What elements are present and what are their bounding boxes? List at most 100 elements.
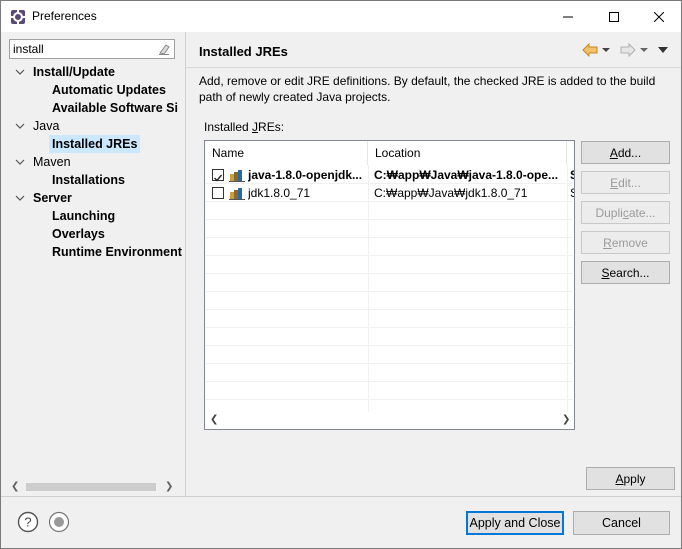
scroll-left-icon[interactable]: ❮ — [210, 414, 218, 425]
jre-library-icon — [229, 170, 245, 182]
chevron-down-icon[interactable] — [15, 67, 25, 77]
column-header-name[interactable]: Name — [205, 141, 368, 165]
cancel-button[interactable]: Cancel — [573, 511, 670, 535]
row-gridline — [206, 327, 573, 328]
row-gridline — [206, 363, 573, 364]
tree-item[interactable]: Maven — [1, 153, 185, 171]
tree-item[interactable]: Installations — [1, 171, 185, 189]
column-gridline — [368, 165, 369, 412]
table-horizontal-scrollbar[interactable]: ❮ ❯ — [206, 412, 573, 429]
tree-item[interactable]: Java — [1, 117, 185, 135]
window-title: Preferences — [32, 9, 97, 23]
maximize-icon — [609, 11, 619, 22]
add-button[interactable]: Add... — [581, 141, 670, 164]
chevron-down-icon — [640, 48, 648, 52]
tree-item[interactable]: Available Software Si — [1, 99, 185, 117]
view-menu-icon — [658, 47, 668, 53]
cell-type: S — [570, 166, 574, 184]
checkmark-icon — [214, 174, 223, 182]
row-gridline — [206, 291, 573, 292]
tree-item-label: Automatic Updates — [52, 83, 166, 97]
tree-item[interactable]: Launching — [1, 207, 185, 225]
tree-item-label: Server — [33, 191, 72, 205]
tree-item-label: Maven — [33, 155, 71, 169]
row-gridline — [206, 381, 573, 382]
column-header-type[interactable]: T — [567, 141, 574, 165]
jre-library-icon — [229, 188, 245, 200]
title-bar: Preferences — [1, 1, 681, 32]
page-title: Installed JREs — [199, 44, 288, 59]
scroll-right-icon[interactable]: ❯ — [165, 481, 173, 492]
maximize-button[interactable] — [591, 1, 637, 32]
eclipse-preferences-icon — [11, 10, 25, 24]
tree-item-label: Installations — [52, 173, 125, 187]
cell-location: C:₩app₩Java₩jdk1.8.0_71 — [374, 186, 528, 200]
row-gridline — [206, 345, 573, 346]
tree-horizontal-scrollbar[interactable]: ❮ ❯ — [1, 478, 185, 496]
edit-button[interactable]: Edit... — [581, 171, 670, 194]
table-row[interactable]: jdk1.8.0_71 C:₩app₩Java₩jdk1.8.0_71 S — [206, 184, 574, 202]
cell-name: jdk1.8.0_71 — [248, 186, 311, 200]
preferences-window: Preferences Install/Update Automatic Upda… — [0, 0, 682, 549]
back-arrow-icon — [582, 43, 598, 57]
row-checkbox[interactable] — [212, 187, 224, 199]
page-description: Add, remove or edit JRE definitions. By … — [199, 74, 656, 104]
help-icon[interactable]: ? — [17, 511, 39, 533]
cell-name: java-1.8.0-openjdk... — [248, 168, 363, 182]
minimize-button[interactable] — [545, 1, 591, 32]
tree-item[interactable]: Overlays — [1, 225, 185, 243]
tree-item-label: Runtime Environment — [52, 245, 182, 259]
scrollbar-thumb[interactable] — [26, 483, 156, 491]
jre-table[interactable]: Name Location T java-1.8.0-openjdk... C:₩… — [204, 140, 575, 430]
search-button[interactable]: Search... — [581, 261, 670, 284]
row-gridline — [206, 273, 573, 274]
tree-item-label: Install/Update — [33, 65, 115, 79]
row-gridline — [206, 237, 573, 238]
row-checkbox[interactable] — [212, 169, 224, 182]
chevron-down-icon[interactable] — [15, 121, 25, 131]
forward-button[interactable] — [620, 42, 649, 58]
cell-location: C:₩app₩Java₩java-1.8.0-ope... — [374, 168, 559, 182]
forward-arrow-icon — [620, 43, 636, 57]
scroll-left-icon[interactable]: ❮ — [11, 481, 19, 492]
eraser-icon[interactable] — [156, 41, 172, 57]
cell-type: S — [570, 184, 574, 202]
column-gridline — [567, 165, 568, 412]
tree-item-label: Java — [33, 119, 60, 133]
remove-button[interactable]: Remove — [581, 231, 670, 254]
duplicate-button[interactable]: Dupli c ate... — [581, 201, 670, 224]
row-gridline — [206, 309, 573, 310]
back-button[interactable] — [582, 42, 611, 58]
table-row[interactable]: java-1.8.0-openjdk... C:₩app₩Java₩java-1.… — [206, 166, 574, 184]
close-button[interactable] — [636, 1, 682, 32]
column-header-location[interactable]: Location — [368, 141, 567, 165]
minimize-icon — [563, 16, 573, 17]
tree-item-label: Launching — [52, 209, 116, 223]
page-header: Installed JREs — [186, 32, 681, 68]
row-gridline — [206, 399, 573, 400]
tree-item[interactable]: Server — [1, 189, 185, 207]
tree-item[interactable]: Runtime Environment — [1, 243, 185, 261]
installed-jres-label: Installed JREs: — [204, 120, 285, 134]
apply-button[interactable]: Apply — [586, 467, 675, 490]
chevron-down-icon[interactable] — [15, 157, 25, 167]
tree-item-label: Installed JREs — [49, 135, 141, 153]
import-export-icon[interactable] — [48, 511, 70, 533]
tree-item[interactable]: Installed JREs — [1, 135, 185, 153]
tree-item-label: Overlays — [52, 227, 105, 241]
pane-divider[interactable] — [185, 32, 186, 496]
close-icon — [654, 11, 664, 22]
tree-item-label: Available Software Si — [52, 101, 178, 115]
chevron-down-icon — [602, 48, 610, 52]
row-gridline — [206, 255, 573, 256]
footer-divider — [1, 496, 681, 497]
chevron-down-icon[interactable] — [15, 193, 25, 203]
filter-input[interactable] — [9, 39, 175, 59]
scroll-right-icon[interactable]: ❯ — [562, 414, 570, 425]
tree-item[interactable]: Install/Update — [1, 63, 185, 81]
apply-and-close-button[interactable]: Apply and Close — [466, 511, 564, 535]
tree-item[interactable]: Automatic Updates — [1, 81, 185, 99]
preference-tree: Install/Update Automatic Updates Available… — [1, 63, 185, 478]
view-menu-button[interactable] — [657, 42, 669, 58]
svg-text:?: ? — [24, 515, 31, 530]
